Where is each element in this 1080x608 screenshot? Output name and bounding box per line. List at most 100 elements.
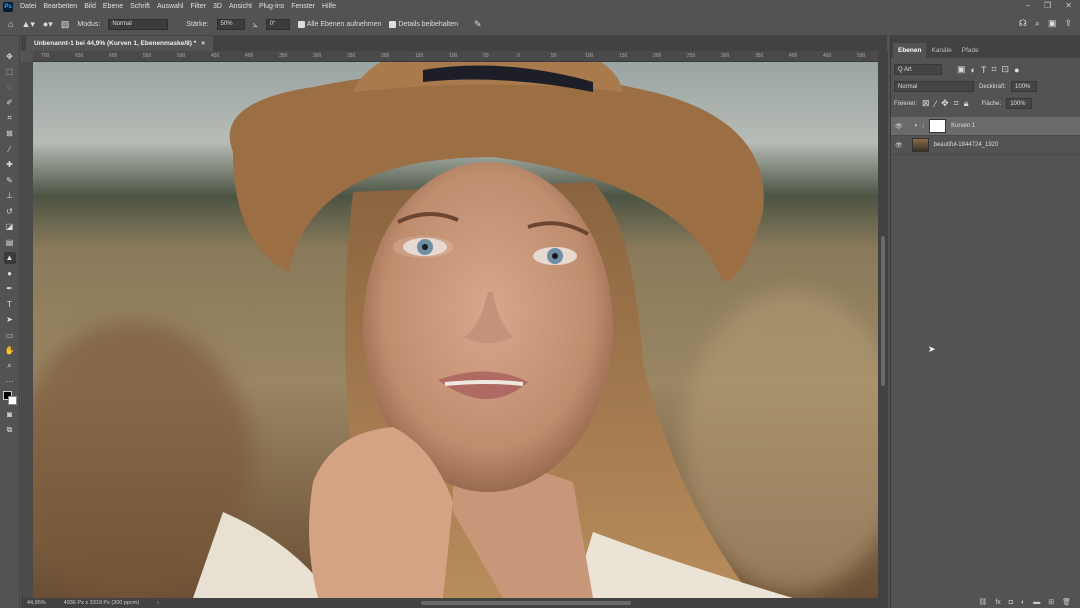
crop-tool-icon[interactable]: ⌗: [4, 112, 16, 124]
keep-details-checkbox[interactable]: Details beibehalten: [389, 20, 458, 28]
dodge-tool-icon[interactable]: ●: [4, 267, 16, 279]
brush-tool-icon[interactable]: ✎: [4, 174, 16, 186]
strength-label: Stärke:: [186, 20, 209, 28]
layer-style-icon[interactable]: fx: [995, 599, 1000, 606]
type-tool-icon[interactable]: T: [4, 298, 16, 310]
marquee-tool-icon[interactable]: ⬚: [4, 66, 16, 78]
layer-filter-value: Q Art: [898, 66, 912, 73]
menu-bild[interactable]: Bild: [84, 3, 96, 10]
more-tools-icon[interactable]: ···: [4, 376, 16, 388]
tab-pfade[interactable]: Pfade: [957, 43, 984, 58]
menu-fenster[interactable]: Fenster: [291, 3, 315, 10]
fill-input[interactable]: 100%: [1006, 98, 1033, 109]
menu-datei[interactable]: Datei: [20, 3, 36, 10]
sample-all-layers-checkbox[interactable]: Alle Ebenen aufnehmen: [297, 20, 381, 28]
toolbar: ✥ ⬚ ◌ ✐ ⌗ ⊠ ⁄ ✚ ✎ ⊥ ↺ ◪ ▤ ▲ ● ✒ T ➤ ▭ ✋ …: [0, 36, 20, 608]
menu-plugins[interactable]: Plug-ins: [259, 3, 284, 10]
new-layer-icon[interactable]: ⊞: [1048, 598, 1054, 606]
screen-mode-icon[interactable]: ⧉: [4, 424, 16, 436]
ruler-tick-label: 50: [483, 53, 489, 59]
visibility-eye-icon[interactable]: 👁︎: [895, 123, 903, 130]
search-icon[interactable]: ⌕: [1035, 18, 1040, 29]
home-icon[interactable]: ⌂: [8, 19, 13, 29]
vertical-scroll-thumb[interactable]: [881, 236, 885, 386]
status-menu-arrow[interactable]: ›: [157, 600, 159, 606]
filter-type-icon[interactable]: T: [981, 65, 987, 75]
delete-layer-icon[interactable]: 🗑︎: [1062, 598, 1071, 606]
hand-tool-icon[interactable]: ✋: [4, 345, 16, 357]
filter-toggle-icon[interactable]: ●: [1014, 65, 1019, 75]
menu-schrift[interactable]: Schrift: [130, 3, 150, 10]
lasso-tool-icon[interactable]: ◌: [4, 81, 16, 93]
layer-filter-select[interactable]: Q Art: [894, 64, 942, 75]
frame-tool-icon[interactable]: ⊠: [4, 128, 16, 140]
stamp-tool-icon[interactable]: ⊥: [4, 190, 16, 202]
menu-filter[interactable]: Filter: [190, 3, 206, 10]
document-tab[interactable]: Unbenannt-1 bei 44,9% (Kurven 1, Ebenenm…: [26, 36, 213, 51]
lock-position-icon[interactable]: ✥: [941, 98, 949, 109]
eraser-tool-icon[interactable]: ◪: [4, 221, 16, 233]
close-tab-icon[interactable]: ×: [201, 40, 205, 47]
vertical-scrollbar[interactable]: [878, 51, 888, 598]
sharpen-tool-icon[interactable]: ▲: [3, 251, 16, 264]
menu-hilfe[interactable]: Hilfe: [322, 3, 336, 10]
mode-select[interactable]: Normal: [108, 18, 169, 30]
curves-adjustment-icon: ◑: [913, 123, 918, 129]
menu-auswahl[interactable]: Auswahl: [157, 3, 183, 10]
pen-tool-icon[interactable]: ✒: [4, 283, 16, 295]
zoom-level[interactable]: 44,95%: [27, 600, 46, 606]
ruler-tick-label: 150: [415, 53, 424, 59]
new-group-icon[interactable]: ▬: [1033, 599, 1040, 606]
visibility-eye-icon[interactable]: 👁︎: [895, 142, 903, 149]
horizontal-scroll-thumb[interactable]: [421, 601, 631, 605]
layer-mask-thumbnail[interactable]: [929, 119, 947, 133]
new-adjustment-icon[interactable]: ◐: [1021, 599, 1025, 606]
menu-bearbeiten[interactable]: Bearbeiten: [43, 3, 77, 10]
filter-shape-icon[interactable]: ⌗: [991, 64, 996, 75]
tab-kanaele[interactable]: Kanäle: [926, 43, 956, 58]
history-brush-icon[interactable]: ↺: [4, 205, 16, 217]
angle-value: 0°: [269, 21, 276, 27]
healing-tool-icon[interactable]: ✚: [4, 159, 16, 171]
learn-icon[interactable]: ☊: [1019, 18, 1027, 29]
filter-pixel-icon[interactable]: ▣: [957, 64, 966, 75]
layer-row-photo[interactable]: 👁︎ beautiful-1844724_1920: [891, 136, 1080, 155]
color-swatches[interactable]: [2, 391, 17, 405]
quick-mask-icon[interactable]: ◙: [4, 409, 16, 421]
tab-ebenen[interactable]: Ebenen: [893, 43, 927, 58]
pressure-icon[interactable]: ✎: [474, 19, 482, 30]
quick-select-tool-icon[interactable]: ✐: [4, 97, 16, 109]
close-window-icon[interactable]: ✕: [1065, 1, 1072, 10]
link-layers-icon[interactable]: ⛓: [978, 598, 987, 606]
strength-input[interactable]: 50%: [216, 18, 245, 30]
opacity-input[interactable]: 100%: [1011, 81, 1038, 92]
add-mask-icon[interactable]: ◘: [1009, 599, 1013, 606]
blend-mode-select[interactable]: Normal: [894, 81, 974, 92]
menu-ebene[interactable]: Ebene: [103, 3, 123, 10]
brush-settings-icon[interactable]: ▨: [61, 19, 70, 30]
workspace-icon[interactable]: ▣: [1048, 18, 1057, 29]
minimize-icon[interactable]: –: [1026, 1, 1030, 10]
lock-transparency-icon[interactable]: ⊠: [922, 98, 930, 109]
canvas-image[interactable]: [33, 62, 878, 598]
lock-artboard-icon[interactable]: ⌗: [954, 98, 959, 109]
angle-input[interactable]: 0°: [265, 18, 290, 30]
layer-row-kurven[interactable]: 👁︎ ◑ ⁝ Kurven 1: [891, 117, 1080, 136]
menu-3d[interactable]: 3D: [213, 3, 222, 10]
move-tool-icon[interactable]: ✥: [4, 50, 16, 62]
lock-all-icon[interactable]: 🔒︎: [964, 98, 969, 109]
eyedropper-tool-icon[interactable]: ⁄: [4, 143, 16, 155]
path-select-tool-icon[interactable]: ➤: [4, 314, 16, 326]
layers-panel-footer: ⛓ fx ◘ ◐ ▬ ⊞ 🗑︎: [891, 596, 1080, 608]
shape-tool-icon[interactable]: ▭: [4, 329, 16, 341]
filter-smart-object-icon[interactable]: ⊡: [1002, 64, 1010, 75]
lock-pixels-icon[interactable]: ⁄: [935, 99, 937, 109]
gradient-tool-icon[interactable]: ▤: [4, 236, 16, 248]
restore-icon[interactable]: ❐: [1044, 1, 1051, 10]
brush-preset-icon[interactable]: ●▾: [43, 19, 53, 30]
share-icon[interactable]: ⇪: [1064, 18, 1072, 29]
filter-adjustment-icon[interactable]: ◐: [971, 65, 976, 75]
zoom-tool-icon[interactable]: ⌕: [4, 360, 16, 372]
menu-ansicht[interactable]: Ansicht: [229, 3, 252, 10]
sharpen-tool-icon[interactable]: ▲▾: [21, 19, 34, 30]
